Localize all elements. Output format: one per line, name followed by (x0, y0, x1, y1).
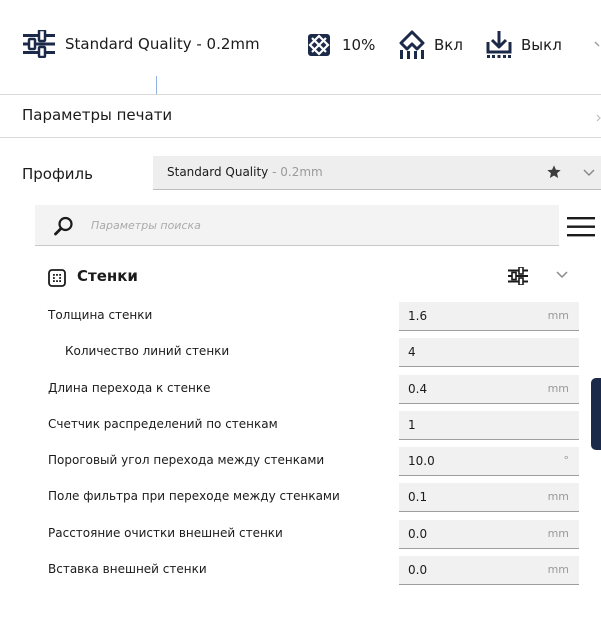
walls-category-header[interactable]: Стенки (35, 259, 601, 293)
tab-divider (156, 76, 157, 94)
scrollbar-thumb[interactable] (591, 378, 601, 450)
setting-row-wall-thickness[interactable]: Толщина стенки 1.6 mm (0, 298, 601, 334)
hamburger-icon[interactable] (567, 217, 595, 237)
setting-row-wall-transition-length[interactable]: Длина перехода к стенке 0.4 mm (0, 371, 601, 407)
setting-label: Количество линий стенки (65, 344, 230, 359)
settings-sliders-icon[interactable] (508, 267, 528, 285)
setting-input[interactable]: 0.4 mm (399, 374, 579, 404)
setting-value: 4 (408, 345, 416, 360)
setting-input[interactable]: 1.6 mm (399, 302, 579, 331)
setting-input[interactable]: 0.0 mm (399, 519, 579, 549)
setting-unit: ° (563, 454, 570, 468)
support-icon (398, 30, 426, 60)
setting-input[interactable]: 0.1 mm (399, 483, 579, 513)
profile-dropdown-value: Standard Quality - 0.2mm (167, 165, 323, 179)
chevron-down-icon[interactable] (594, 40, 601, 48)
setting-label: Толщина стенки (48, 308, 153, 322)
support-value: Вкл (434, 36, 463, 54)
setting-value: 10.0 (408, 454, 435, 469)
setting-unit: mm (547, 309, 569, 322)
setting-row-wall-transition-angle[interactable]: Пороговый угол перехода между стенками 1… (0, 443, 601, 479)
search-row (35, 205, 601, 247)
setting-row-wall-line-count[interactable]: Количество линий стенки 4 (0, 334, 601, 370)
setting-unit: mm (547, 490, 569, 504)
setting-label: Счетчик распределений по стенкам (48, 416, 278, 431)
setting-row-wall-distribution-count[interactable]: Счетчик распределений по стенкам 1 (0, 407, 601, 443)
infill-value: 10% (342, 36, 376, 54)
setting-value: 1 (408, 417, 416, 432)
chevron-down-icon[interactable] (583, 169, 595, 177)
walls-title: Стенки (77, 267, 138, 285)
setting-row-outer-wall-wipe-distance[interactable]: Расстояние очистки внешней стенки 0.0 mm (0, 516, 601, 552)
profile-row: Профиль Standard Quality - 0.2mm (0, 138, 601, 208)
support-indicator[interactable]: Вкл (398, 30, 463, 60)
setting-label: Пороговый угол перехода между стенками (48, 453, 325, 468)
setting-input[interactable]: 10.0 ° (399, 447, 579, 477)
setting-unit: mm (547, 381, 569, 395)
chevron-right-icon[interactable] (596, 109, 601, 122)
setting-input[interactable]: 1 (399, 410, 579, 440)
print-settings-header: Параметры печати (0, 95, 601, 138)
setting-unit: mm (547, 563, 569, 577)
print-setup-bar[interactable]: Standard Quality - 0.2mm 10% Вкл Выкл (0, 0, 601, 95)
profile-dropdown[interactable]: Standard Quality - 0.2mm (153, 156, 601, 190)
setting-value: 0.4 (408, 381, 428, 396)
setting-input[interactable]: 0.0 mm (399, 556, 579, 586)
setting-row-wall-transition-filter[interactable]: Поле фильтра при переходе между стенками… (0, 479, 601, 515)
profile-name-label: Standard Quality - 0.2mm (65, 35, 260, 53)
profile-label: Профиль (22, 165, 93, 183)
search-field[interactable] (35, 205, 559, 246)
setting-row-outer-wall-inset[interactable]: Вставка внешней стенки 0.0 mm (0, 552, 601, 588)
settings-list: Толщина стенки 1.6 mm Количество линий с… (0, 298, 601, 588)
chevron-down-icon[interactable] (556, 271, 568, 279)
search-input[interactable] (91, 215, 531, 235)
setting-input[interactable]: 4 (399, 338, 579, 368)
infill-icon (307, 33, 331, 57)
setting-value: 1.6 (408, 309, 428, 323)
adhesion-icon (486, 30, 512, 60)
setting-value: 0.0 (408, 526, 428, 541)
walls-icon (48, 269, 66, 287)
setting-unit: mm (547, 526, 569, 540)
setting-label: Вставка внешней стенки (48, 562, 207, 577)
section-title: Параметры печати (22, 106, 173, 124)
setting-value: 0.1 (408, 490, 428, 505)
setting-label: Расстояние очистки внешней стенки (48, 525, 283, 540)
setting-label: Поле фильтра при переходе между стенками (48, 489, 340, 504)
setting-value: 0.0 (408, 563, 428, 578)
sliders-icon (22, 30, 56, 58)
adhesion-indicator[interactable]: Выкл (486, 30, 562, 60)
star-icon[interactable] (546, 164, 562, 180)
infill-indicator[interactable]: 10% (307, 33, 375, 57)
setting-label: Длина перехода к стенке (48, 380, 211, 395)
search-icon (54, 216, 74, 236)
adhesion-value: Выкл (521, 36, 562, 54)
profile-selector-button[interactable]: Standard Quality - 0.2mm (22, 30, 260, 58)
